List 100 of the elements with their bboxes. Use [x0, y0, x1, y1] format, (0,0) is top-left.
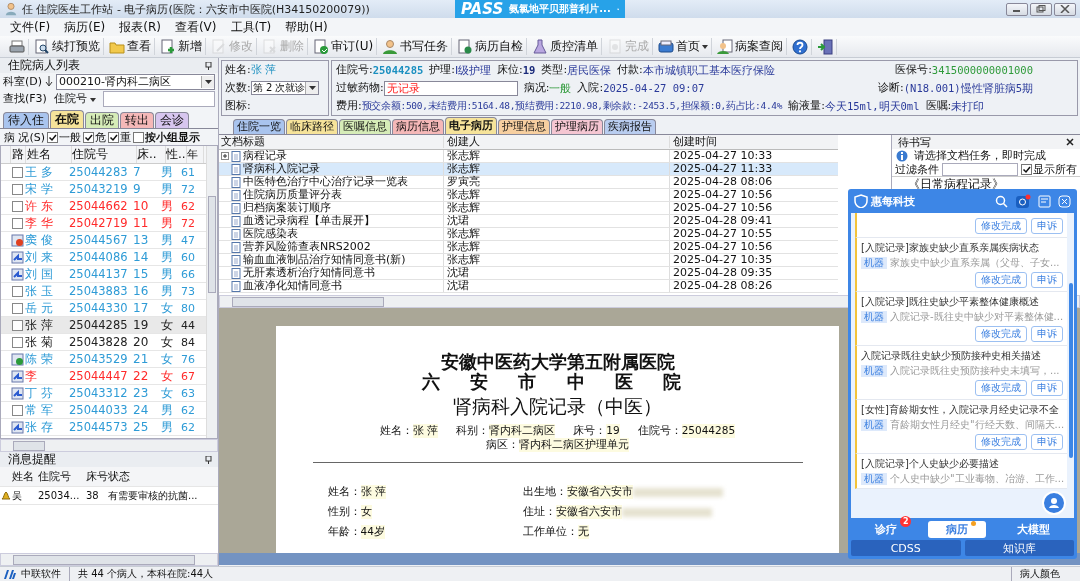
- status-tab[interactable]: 转出: [120, 112, 154, 128]
- expand-icon[interactable]: [221, 152, 229, 160]
- toolbar-button[interactable]: 查看: [106, 38, 155, 55]
- filter-checkbox[interactable]: 危: [83, 129, 107, 145]
- status-tab[interactable]: 会诊: [155, 112, 189, 128]
- document-row[interactable]: 中医特色治疗中心治疗记录一览表 罗寅亮 2025-04-28 08:06: [219, 176, 838, 189]
- document-row[interactable]: 血透记录病程【单击展开】 沈珺 2025-04-28 09:41: [219, 215, 838, 228]
- document-row[interactable]: 住院病历质量评分表 张志辉 2025-04-27 10:56: [219, 189, 838, 202]
- assistant-tab[interactable]: 大模型: [998, 520, 1068, 538]
- toolbar-button[interactable]: 新增: [157, 38, 206, 55]
- assistant-button[interactable]: 知识库: [964, 540, 1074, 556]
- column-header[interactable]: 路: [11, 146, 26, 163]
- record-tab[interactable]: 护理信息: [498, 119, 550, 134]
- list-icon[interactable]: [1038, 194, 1051, 208]
- status-tab[interactable]: 待入住: [3, 112, 49, 128]
- record-tab[interactable]: 住院一览: [233, 119, 285, 134]
- chat-icon[interactable]: [1042, 491, 1066, 515]
- allergy-field[interactable]: 无记录: [383, 80, 518, 96]
- toolbar-button[interactable]: 病历自检: [454, 38, 528, 55]
- column-header[interactable]: 年: [187, 146, 204, 163]
- menu-item[interactable]: 文件(F): [10, 18, 51, 36]
- patient-row[interactable]: 张 萍 25044285 19 女 44: [1, 317, 206, 334]
- close-button[interactable]: [1054, 2, 1076, 16]
- scrollbar[interactable]: [0, 439, 218, 452]
- scrollbar[interactable]: [206, 146, 217, 438]
- toolbar-button[interactable]: 审订(U): [310, 38, 378, 55]
- document-row[interactable]: 无肝素透析治疗知情同意书 沈珺 2025-04-28 09:35: [219, 267, 838, 280]
- patient-row[interactable]: 许 东 25044662 10 男 62: [1, 198, 206, 215]
- action-button[interactable]: 修改完成: [975, 272, 1027, 288]
- pin-icon[interactable]: [205, 61, 212, 70]
- toolbar-button[interactable]: [789, 38, 813, 55]
- action-button[interactable]: 申诉: [1031, 218, 1063, 234]
- menu-item[interactable]: 帮助(H): [285, 18, 328, 36]
- scrollbar[interactable]: [0, 553, 218, 566]
- column-header[interactable]: 文档标题: [219, 136, 444, 148]
- action-button[interactable]: 修改完成: [975, 218, 1027, 234]
- action-button[interactable]: 申诉: [1031, 326, 1063, 342]
- column-header[interactable]: 性..: [166, 146, 187, 163]
- record-tab[interactable]: 临床路径: [286, 119, 338, 134]
- column-header[interactable]: 姓名: [26, 146, 72, 163]
- filter-checkbox[interactable]: 重: [108, 129, 132, 145]
- search-field[interactable]: [103, 90, 215, 107]
- restore-button[interactable]: [1030, 2, 1052, 16]
- column-header[interactable]: 住院号: [72, 146, 137, 163]
- column-header[interactable]: 创建时间: [670, 136, 838, 148]
- document-row[interactable]: 营养风险筛查表NRS2002 张志辉 2025-04-27 10:56: [219, 241, 838, 254]
- column-header[interactable]: 床号: [86, 469, 108, 484]
- toolbar-button[interactable]: [6, 38, 29, 55]
- column-header[interactable]: 状态: [108, 469, 218, 484]
- search-type-dropdown[interactable]: 住院号: [49, 91, 101, 106]
- menu-item[interactable]: 病历(E): [64, 18, 106, 36]
- patient-row[interactable]: 张 菊 25043828 20 女 84: [1, 334, 206, 351]
- record-tab[interactable]: 医嘱信息: [339, 119, 391, 134]
- action-button[interactable]: 修改完成: [975, 326, 1027, 342]
- visit-dropdown[interactable]: 第 2 次就诊: [250, 81, 320, 95]
- action-button[interactable]: 申诉: [1031, 434, 1063, 450]
- toolbar-button[interactable]: 质控清单: [529, 38, 603, 55]
- toolbar-button[interactable]: 续打预览: [31, 38, 104, 55]
- menu-item[interactable]: 查看(V): [174, 18, 217, 36]
- status-tab[interactable]: 出院: [85, 112, 119, 128]
- column-header[interactable]: 住院号: [38, 469, 86, 484]
- document-row[interactable]: 医院感染表 张志辉 2025-04-27 10:55: [219, 228, 838, 241]
- toolbar-button[interactable]: 首页: [655, 38, 713, 55]
- status-tab[interactable]: 在院: [50, 110, 84, 128]
- close-icon[interactable]: [1066, 138, 1074, 146]
- filter-checkbox[interactable]: 一般: [47, 129, 82, 145]
- assistant-tab[interactable]: 病历: [928, 520, 986, 538]
- document-row[interactable]: 归档病案装订顺序 张志辉 2025-04-27 10:56: [219, 202, 838, 215]
- record-tab[interactable]: 疾病报告: [604, 119, 656, 134]
- action-button[interactable]: 申诉: [1031, 272, 1063, 288]
- action-button[interactable]: 修改完成: [975, 434, 1027, 450]
- document-row[interactable]: 血液净化知情同意书 沈珺 2025-04-28 08:26: [219, 280, 838, 293]
- record-tab[interactable]: 病历信息: [392, 119, 444, 134]
- pin-icon[interactable]: [205, 455, 212, 464]
- toolbar-button[interactable]: 书写任务: [379, 38, 453, 55]
- column-header[interactable]: 创建人: [444, 136, 670, 148]
- document-row[interactable]: 输血血液制品治疗知情同意书(新) 张志辉 2025-04-27 10:35: [219, 254, 838, 267]
- message-row[interactable]: 吴 25034... 38 有需要审核的抗菌...: [0, 487, 218, 505]
- menu-item[interactable]: 报表(R): [119, 18, 161, 36]
- filter-field[interactable]: [942, 162, 1018, 176]
- toolbar-button[interactable]: 病案查阅: [714, 38, 788, 55]
- patient-row[interactable]: 李 25044447 22 女 67: [1, 368, 206, 385]
- scrollbar[interactable]: [1069, 283, 1073, 458]
- filter-checkbox[interactable]: 按小组显示: [133, 129, 201, 145]
- assistant-button[interactable]: CDSS: [851, 540, 961, 556]
- column-header[interactable]: 姓名: [12, 469, 38, 484]
- record-tab[interactable]: 护理病历: [551, 119, 603, 134]
- robot-icon[interactable]: [1015, 193, 1031, 209]
- action-button[interactable]: 修改完成: [975, 380, 1027, 396]
- menu-item[interactable]: 工具(T): [230, 18, 272, 36]
- patient-row[interactable]: 李 华 25042719 11 男 72: [1, 215, 206, 232]
- minimize-button[interactable]: [1006, 2, 1028, 16]
- record-tab[interactable]: 电子病历: [445, 117, 497, 134]
- show-all-checkbox[interactable]: 显示所有: [1021, 162, 1077, 176]
- dept-dropdown[interactable]: 000210-肾内科二病区: [56, 73, 215, 90]
- document-row[interactable]: 肾病科入院记录 张志辉 2025-04-27 11:33: [219, 163, 838, 176]
- action-button[interactable]: 申诉: [1031, 380, 1063, 396]
- legend-button[interactable]: 病人颜色: [1011, 567, 1080, 581]
- search-icon[interactable]: [995, 194, 1008, 208]
- column-header[interactable]: 床..: [137, 146, 166, 163]
